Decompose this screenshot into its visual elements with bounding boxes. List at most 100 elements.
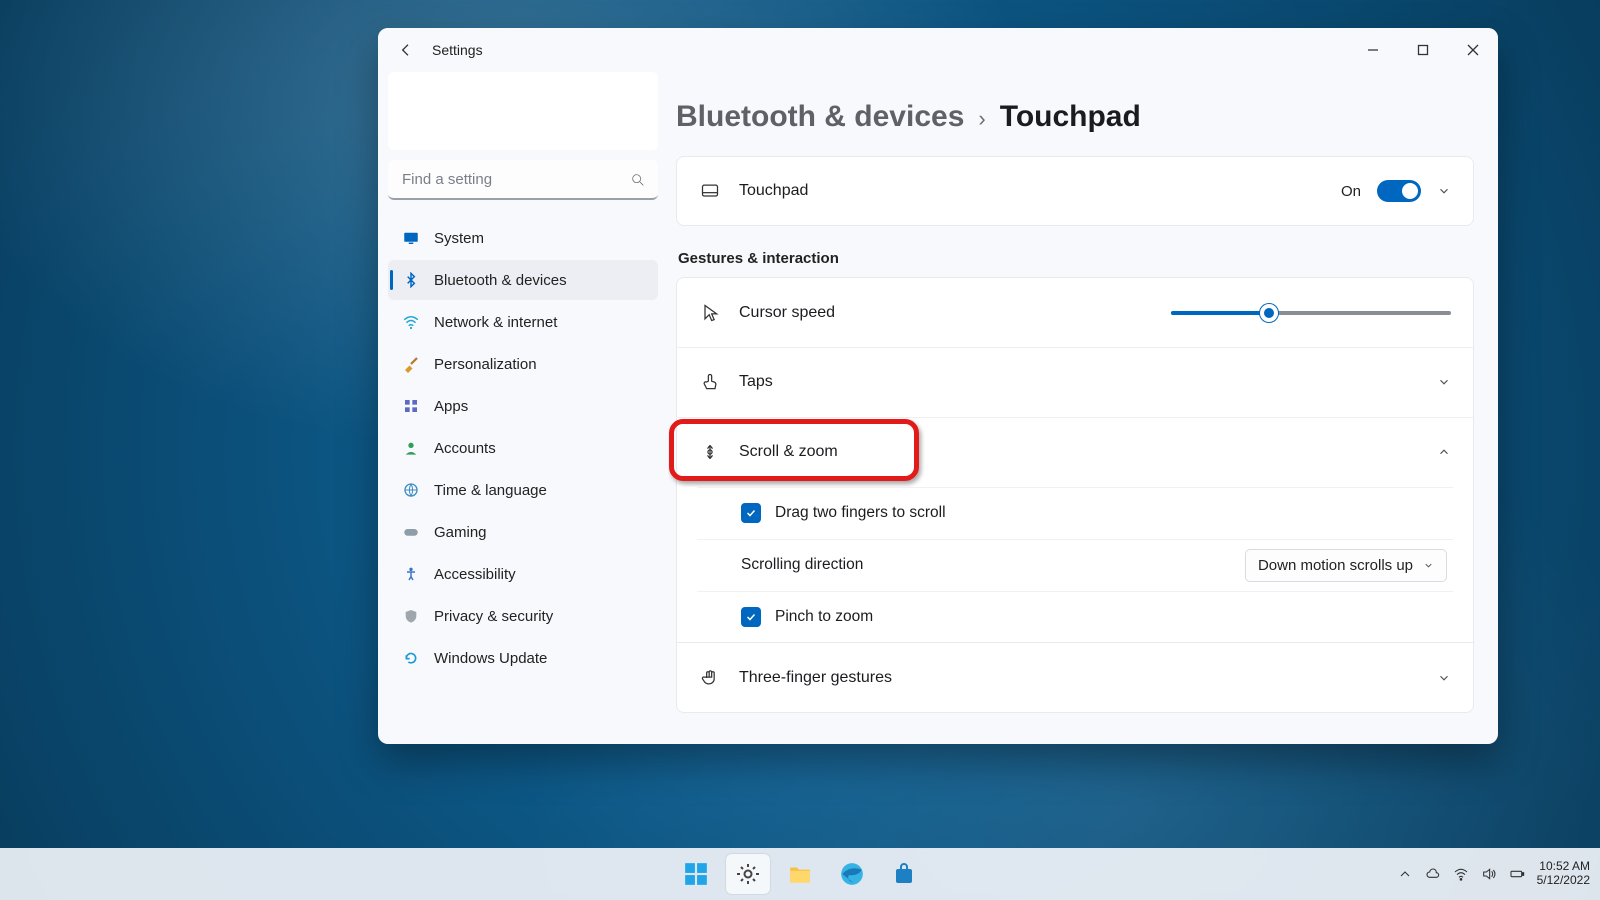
sidebar-item-label: Network & internet [434, 314, 557, 331]
sidebar-item-label: Personalization [434, 356, 537, 373]
clock-time: 10:52 AM [1537, 860, 1590, 874]
update-icon [402, 649, 420, 667]
search-field-wrap [388, 160, 658, 200]
back-button[interactable] [388, 32, 424, 68]
sidebar-item-accessibility[interactable]: Accessibility [388, 554, 658, 594]
shield-icon [402, 607, 420, 625]
check-icon [745, 507, 757, 519]
drag-two-fingers-row[interactable]: Drag two fingers to scroll [676, 487, 1474, 539]
touchpad-label: Touchpad [739, 182, 808, 200]
sidebar: System Bluetooth & devices Network & int… [378, 72, 668, 744]
sidebar-item-label: Gaming [434, 524, 487, 541]
touchpad-icon [699, 180, 721, 202]
minimize-button[interactable] [1348, 28, 1398, 72]
scrolling-direction-value: Down motion scrolls up [1258, 557, 1413, 574]
sidebar-item-privacy[interactable]: Privacy & security [388, 596, 658, 636]
check-icon [745, 611, 757, 623]
sidebar-item-label: Privacy & security [434, 608, 553, 625]
content-area: Bluetooth & devices › Touchpad Touchpad … [668, 72, 1498, 744]
apps-icon [402, 397, 420, 415]
tap-icon [699, 371, 721, 393]
cursor-speed-slider[interactable] [1171, 311, 1451, 315]
drag-two-fingers-checkbox[interactable] [741, 503, 761, 523]
gear-icon [736, 862, 760, 886]
sidebar-item-label: Time & language [434, 482, 547, 499]
accessibility-icon [402, 565, 420, 583]
scroll-zoom-label: Scroll & zoom [739, 443, 838, 461]
touchpad-toggle-row[interactable]: Touchpad On [676, 156, 1474, 226]
three-finger-label: Three-finger gestures [739, 669, 892, 687]
system-tray: 10:52 AM 5/12/2022 [1397, 860, 1590, 888]
taskbar-clock[interactable]: 10:52 AM 5/12/2022 [1537, 860, 1590, 888]
taskbar-settings[interactable] [726, 854, 770, 894]
close-icon [1467, 44, 1479, 56]
account-card[interactable] [388, 72, 658, 150]
drag-two-fingers-label: Drag two fingers to scroll [775, 504, 946, 522]
folder-icon [787, 861, 813, 887]
wifi-icon[interactable] [1453, 866, 1469, 882]
taskbar: 10:52 AM 5/12/2022 [0, 848, 1600, 900]
maximize-button[interactable] [1398, 28, 1448, 72]
volume-icon[interactable] [1481, 866, 1497, 882]
sidebar-item-apps[interactable]: Apps [388, 386, 658, 426]
scroll-icon [699, 441, 721, 463]
cursor-speed-label: Cursor speed [739, 304, 835, 322]
chevron-down-icon [1437, 375, 1451, 389]
taskbar-explorer[interactable] [778, 854, 822, 894]
window-title: Settings [432, 42, 483, 58]
sidebar-item-bluetooth-devices[interactable]: Bluetooth & devices [388, 260, 658, 300]
pinch-zoom-checkbox[interactable] [741, 607, 761, 627]
chevron-down-icon [1437, 184, 1451, 198]
touchpad-toggle[interactable] [1377, 180, 1421, 202]
sidebar-item-label: System [434, 230, 484, 247]
sidebar-item-network[interactable]: Network & internet [388, 302, 658, 342]
gestures-group: Cursor speed Taps [676, 277, 1474, 713]
person-icon [402, 439, 420, 457]
sidebar-item-personalization[interactable]: Personalization [388, 344, 658, 384]
sidebar-item-time-language[interactable]: Time & language [388, 470, 658, 510]
chevron-right-icon: › [978, 106, 985, 132]
sidebar-item-gaming[interactable]: Gaming [388, 512, 658, 552]
page-title: Touchpad [1000, 100, 1141, 134]
start-button[interactable] [674, 854, 718, 894]
scrolling-direction-dropdown[interactable]: Down motion scrolls up [1245, 549, 1447, 582]
breadcrumb: Bluetooth & devices › Touchpad [676, 100, 1474, 134]
sidebar-nav: System Bluetooth & devices Network & int… [388, 218, 658, 678]
scrolling-direction-label: Scrolling direction [741, 556, 863, 574]
breadcrumb-parent[interactable]: Bluetooth & devices [676, 100, 964, 134]
scroll-zoom-row[interactable]: Scroll & zoom [676, 417, 1474, 487]
globe-icon [402, 481, 420, 499]
search-icon [630, 172, 646, 188]
edge-icon [839, 861, 865, 887]
battery-icon[interactable] [1509, 866, 1525, 882]
taskbar-edge[interactable] [830, 854, 874, 894]
cursor-speed-row: Cursor speed [676, 277, 1474, 347]
search-input[interactable] [388, 160, 658, 200]
sidebar-item-accounts[interactable]: Accounts [388, 428, 658, 468]
sidebar-item-label: Bluetooth & devices [434, 272, 567, 289]
three-finger-row[interactable]: Three-finger gestures [676, 643, 1474, 713]
chevron-up-icon [1437, 445, 1451, 459]
windows-icon [683, 861, 709, 887]
settings-window: Settings [378, 28, 1498, 744]
hand-icon [699, 667, 721, 689]
sidebar-item-system[interactable]: System [388, 218, 658, 258]
taskbar-center [674, 854, 926, 894]
store-icon [892, 862, 916, 886]
minimize-icon [1367, 44, 1379, 56]
cloud-icon[interactable] [1425, 866, 1441, 882]
pinch-zoom-row[interactable]: Pinch to zoom [676, 591, 1474, 643]
sidebar-item-windows-update[interactable]: Windows Update [388, 638, 658, 678]
cursor-icon [699, 302, 721, 324]
toggle-state-text: On [1341, 183, 1361, 200]
close-button[interactable] [1448, 28, 1498, 72]
taps-row[interactable]: Taps [676, 347, 1474, 417]
section-header: Gestures & interaction [678, 250, 1474, 267]
window-controls [1348, 28, 1498, 72]
chevron-down-icon [1437, 671, 1451, 685]
chevron-down-icon [1423, 560, 1434, 571]
bluetooth-icon [402, 271, 420, 289]
chevron-up-icon[interactable] [1397, 866, 1413, 882]
taskbar-store[interactable] [882, 854, 926, 894]
scrolling-direction-row: Scrolling direction Down motion scrolls … [676, 539, 1474, 591]
